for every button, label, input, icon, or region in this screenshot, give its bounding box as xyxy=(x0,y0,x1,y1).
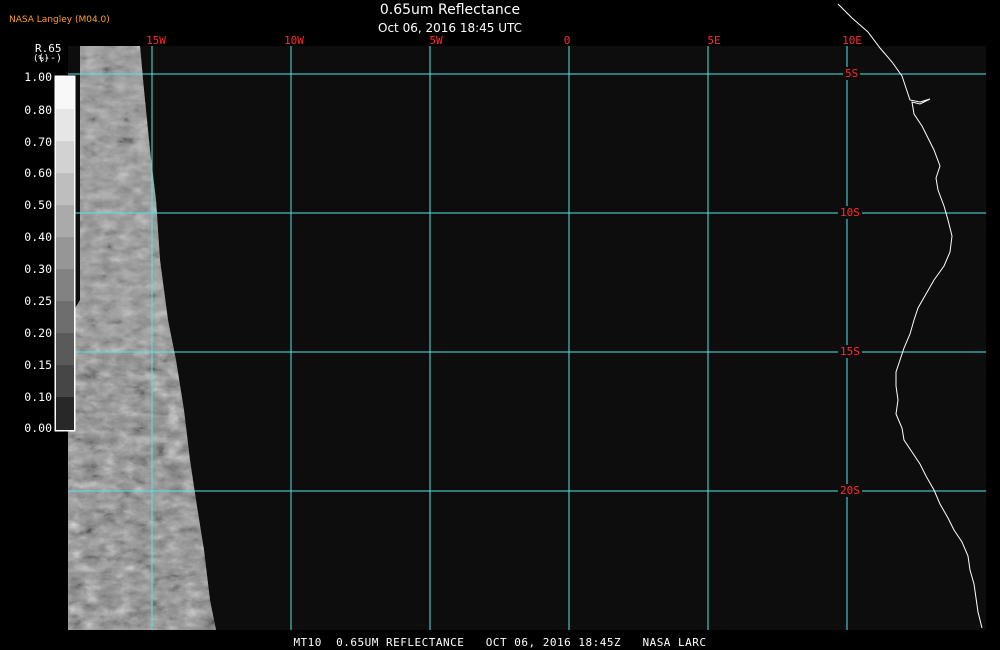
satellite-map-view: 0.65um Reflectance Oct 06, 2016 18:45 UT… xyxy=(0,0,1000,650)
map-background xyxy=(68,46,986,630)
colorbar-unit-marker: (--) xyxy=(38,53,63,64)
footer-caption: MT10 0.65UM REFLECTANCE OCT 06, 2016 18:… xyxy=(293,636,707,649)
colorbar-tick: 1.00 xyxy=(24,70,52,84)
colorbar-tick: 0.20 xyxy=(24,326,52,340)
colorbar-tick: 0.60 xyxy=(24,166,52,180)
longitude-label: 5E xyxy=(707,34,721,47)
colorbar-tick: 0.70 xyxy=(24,135,52,149)
image-timestamp: Oct 06, 2016 18:45 UTC xyxy=(378,21,522,35)
colorbar-tick: 0.40 xyxy=(24,230,52,244)
longitude-label: 10W xyxy=(284,34,304,47)
colorbar xyxy=(54,75,76,432)
latitude-label: 15S xyxy=(838,345,862,358)
latitude-label: 5S xyxy=(843,67,861,80)
image-title: 0.65um Reflectance xyxy=(379,2,521,18)
colorbar-tick: 0.80 xyxy=(24,103,52,117)
latitude-label: 20S xyxy=(838,484,862,497)
colorbar-tick: 0.50 xyxy=(24,198,52,212)
producer-label: NASA Langley (M04.0) xyxy=(9,15,110,25)
longitude-label: 5W xyxy=(429,34,443,47)
colorbar-tick: 0.10 xyxy=(24,390,52,404)
colorbar-tick: 0.30 xyxy=(24,262,52,276)
colorbar-tick: 0.25 xyxy=(24,294,52,308)
colorbar-tick: 0.15 xyxy=(24,358,52,372)
latitude-label: 10S xyxy=(838,206,862,219)
longitude-label: 15W xyxy=(146,34,166,47)
map-canvas xyxy=(54,3,986,630)
colorbar-tick: 0.00 xyxy=(24,421,52,435)
longitude-label: 0 xyxy=(563,34,571,47)
longitude-label: 10E xyxy=(842,34,862,47)
